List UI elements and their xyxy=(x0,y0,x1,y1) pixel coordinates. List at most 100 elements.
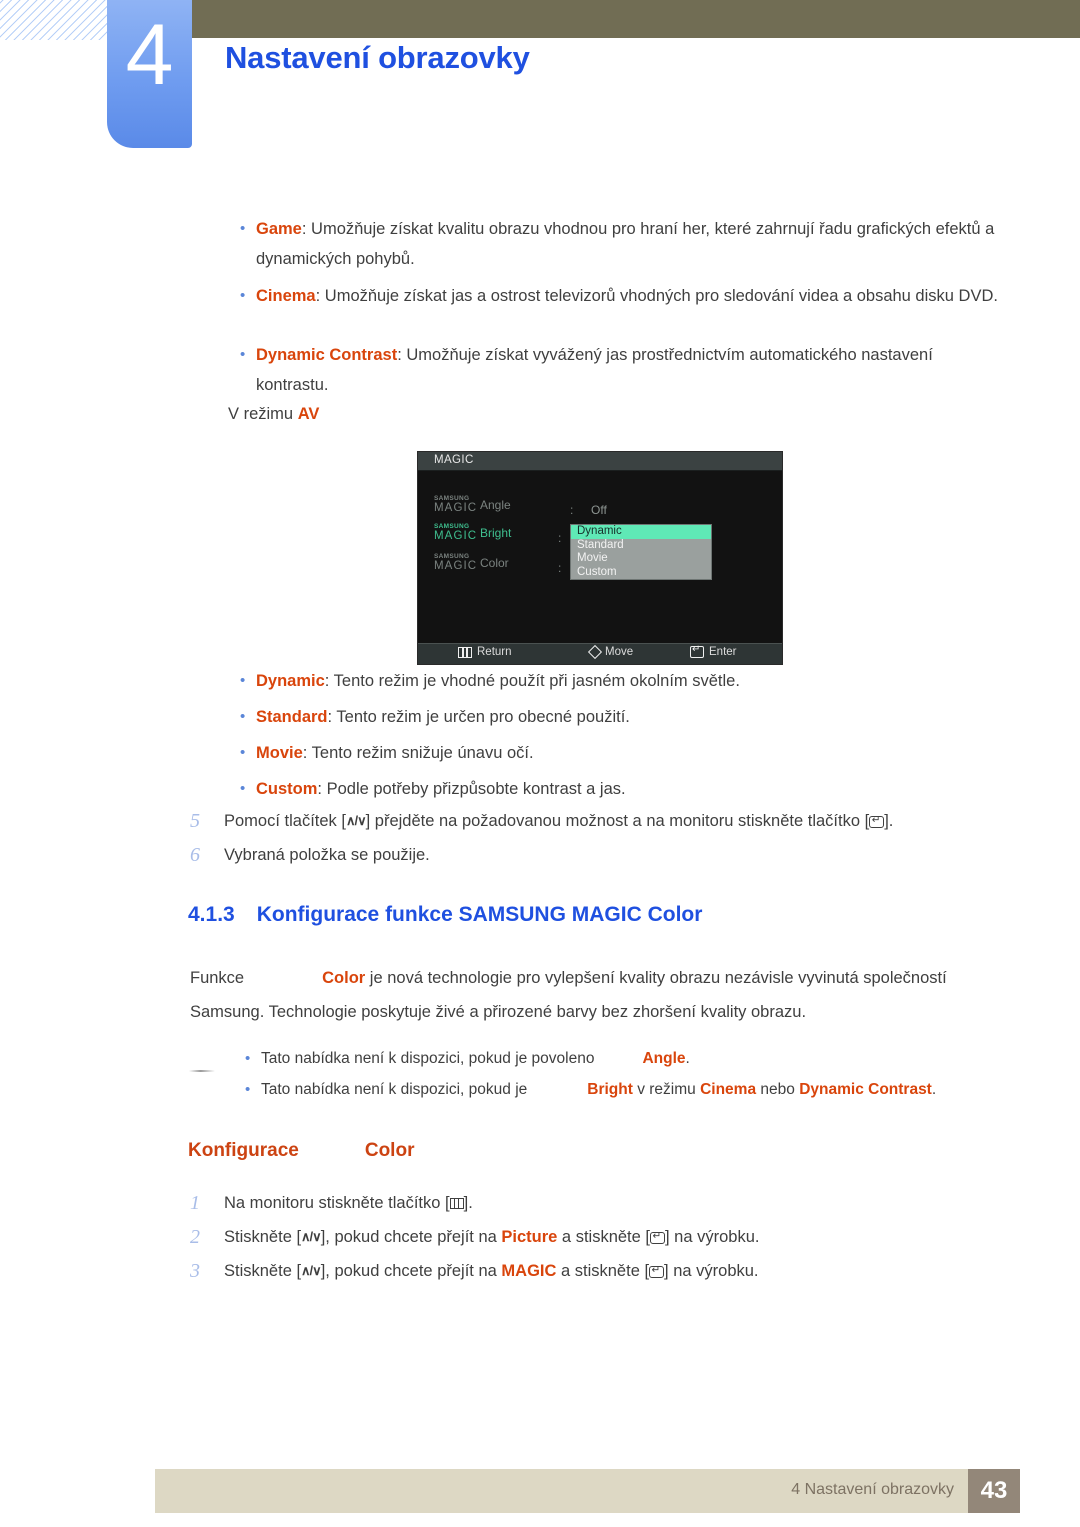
step-text-a: Stiskněte [ xyxy=(224,1262,302,1280)
keyword: Cinema xyxy=(256,287,316,305)
osd-row-colon: : xyxy=(558,531,562,545)
step-number: 5 xyxy=(190,810,200,832)
note-text: Tato nabídka není k dispozici, pokud je … xyxy=(261,1044,690,1074)
keyword: Game xyxy=(256,220,302,238)
osd-dropdown-option-custom[interactable]: Custom xyxy=(571,566,711,580)
osd-dropdown-option-dynamic[interactable]: Dynamic xyxy=(571,525,711,539)
list-item: • Game: Umožňuje získat kvalitu obrazu v… xyxy=(240,214,1000,274)
list-item: • Movie: Tento režim snižuje únavu očí. xyxy=(240,738,1000,768)
footer-page-box: 43 xyxy=(968,1469,1020,1513)
samsung-magic-bottom: MAGIC xyxy=(434,530,478,542)
osd-menu-screenshot: MAGIC SAMSUNG MAGIC Angle : Off SAMSUNG … xyxy=(418,452,782,664)
step-keyword: MAGIC xyxy=(501,1262,557,1280)
list-item-desc: : Umožňuje získat jas a ostrost televizo… xyxy=(315,287,998,305)
step-text-b: ], pokud chcete přejít na xyxy=(320,1228,502,1246)
step-text-c: a stiskněte [ xyxy=(557,1228,650,1246)
note-end: . xyxy=(931,1081,937,1098)
note-mid-1: v režimu xyxy=(632,1081,701,1098)
step-text-c: a stiskněte [ xyxy=(556,1262,650,1280)
osd-row-value: Off xyxy=(591,503,607,517)
osd-dropdown[interactable]: Dynamic Standard Movie Custom xyxy=(570,524,712,580)
menu-key-icon xyxy=(449,1198,464,1209)
osd-footer-move[interactable]: Move xyxy=(587,644,633,660)
numbered-step: 2 Stiskněte [∧/∨], pokud chcete přejít n… xyxy=(190,1222,1030,1253)
numbered-step: 6 Vybraná položka se použije. xyxy=(190,840,1030,870)
intro-paragraph-line1: Funkce Color je nová technologie pro vyle… xyxy=(190,961,1010,995)
step-text: Pomocí tlačítek [∧/∨] přejděte na požado… xyxy=(224,806,893,837)
step-text: Na monitoru stiskněte tlačítko []. xyxy=(224,1188,473,1218)
enter-icon xyxy=(690,644,704,658)
step-text-part3: ]. xyxy=(884,812,894,830)
samsung-magic-bottom: MAGIC xyxy=(434,560,478,572)
bullet-dot: • xyxy=(240,220,246,237)
step-text-part2: ] přejděte na požadovanou možnost a na m… xyxy=(365,812,870,830)
osd-row-angle[interactable]: SAMSUNG MAGIC Angle xyxy=(434,495,511,522)
enter-key-icon xyxy=(649,1264,665,1278)
numbered-step: 5 Pomocí tlačítek [∧/∨] přejděte na poža… xyxy=(190,806,1030,837)
samsung-magic-logo: SAMSUNG MAGIC xyxy=(434,523,480,542)
step-number: 6 xyxy=(190,844,200,866)
av-mode-line: V režimu AV xyxy=(228,399,319,429)
step-text-d: ] na výrobku. xyxy=(664,1228,760,1246)
bullet-dot: • xyxy=(240,287,246,304)
up-down-key-glyph: ∧/∨ xyxy=(301,1229,322,1244)
osd-row-color[interactable]: SAMSUNG MAGIC Color xyxy=(434,553,509,580)
chapter-title: Nastavení obrazovky xyxy=(225,40,530,75)
list-item-text: Game: Umožňuje získat kvalitu obrazu vho… xyxy=(256,214,1000,274)
bullet-dot: • xyxy=(240,780,246,797)
osd-footer-return[interactable]: Return xyxy=(458,646,512,658)
chapter-tab: 4 xyxy=(107,0,192,148)
page-header: 4 Nastavení obrazovky xyxy=(0,0,1080,150)
intro-paragraph-line2: Samsung. Technologie poskytuje živé a př… xyxy=(190,1003,807,1021)
list-item-desc: : Umožňuje získat kvalitu obrazu vhodnou… xyxy=(256,220,995,268)
list-item-desc: : Tento režim je určen pro obecné použit… xyxy=(327,708,630,726)
av-mode-keyword: AV xyxy=(297,405,320,423)
osd-row-label: Bright xyxy=(480,526,512,540)
step-text-part1: Na monitoru stiskněte tlačítko [ xyxy=(224,1194,450,1212)
list-item: • Cinema: Umožňuje získat jas a ostrost … xyxy=(240,281,1000,311)
osd-footer-enter-label: Enter xyxy=(709,646,737,658)
note-item: • Tato nabídka není k dispozici, pokud j… xyxy=(245,1044,1005,1074)
list-item-desc: : Tento režim snižuje únavu očí. xyxy=(302,744,534,762)
bullet-dot: • xyxy=(240,672,246,689)
decorative-hatch-pattern xyxy=(0,0,108,40)
osd-row-colon: : xyxy=(570,503,574,517)
step-number: 2 xyxy=(190,1226,200,1248)
numbered-step: 1 Na monitoru stiskněte tlačítko []. xyxy=(190,1188,1030,1218)
osd-dropdown-option-movie[interactable]: Movie xyxy=(571,552,711,566)
step-keyword: Picture xyxy=(501,1228,558,1246)
osd-footer-enter[interactable]: Enter xyxy=(690,644,737,658)
bullet-dot: • xyxy=(245,1081,251,1098)
note-keyword-3: Dynamic Contrast xyxy=(799,1081,932,1098)
note-keyword-1: Bright xyxy=(587,1081,633,1098)
list-item-text: Custom: Podle potřeby přizpůsobte kontra… xyxy=(256,774,626,804)
step-text-part2: ]. xyxy=(463,1194,473,1212)
av-mode-prefix: V režimu xyxy=(228,405,298,423)
section-heading: 4.1.3 Konfigurace funkce SAMSUNG MAGIC Co… xyxy=(188,903,702,927)
list-item-desc: : Tento režim je vhodné použít při jasné… xyxy=(324,672,740,690)
osd-row-bright[interactable]: SAMSUNG MAGIC Bright xyxy=(434,523,512,550)
enter-key-icon xyxy=(869,814,885,828)
list-item-text: Dynamic Contrast: Umožňuje získat vyváže… xyxy=(256,340,1000,400)
intro-prefix: Funkce xyxy=(190,969,245,987)
keyword: Dynamic Contrast xyxy=(256,346,398,364)
step-text-a: Stiskněte [ xyxy=(224,1228,302,1246)
list-item: • Dynamic: Tento režim je vhodné použít … xyxy=(240,666,1000,696)
bullet-dot: • xyxy=(240,346,246,363)
keyword: Movie xyxy=(256,744,303,762)
osd-footer-bar: Return Move Enter xyxy=(418,643,782,664)
list-item: • Custom: Podle potřeby přizpůsobte kont… xyxy=(240,774,1000,804)
osd-row-label: Angle xyxy=(480,498,511,512)
note-mid: . xyxy=(685,1050,690,1067)
section-title: Konfigurace funkce SAMSUNG MAGIC Color xyxy=(256,903,703,926)
osd-dropdown-option-standard[interactable]: Standard xyxy=(571,539,711,553)
step-text: Stiskněte [∧/∨], pokud chcete přejít na … xyxy=(224,1256,759,1287)
note-item: • Tato nabídka není k dispozici, pokud j… xyxy=(245,1075,1015,1105)
samsung-magic-bottom: MAGIC xyxy=(434,502,478,514)
samsung-magic-logo: SAMSUNG MAGIC xyxy=(434,495,480,514)
note-text-before: Tato nabídka není k dispozici, pokud je … xyxy=(261,1050,595,1067)
samsung-magic-top: SAMSUNG xyxy=(434,553,470,560)
osd-row-colon: : xyxy=(558,561,562,575)
samsung-magic-top: SAMSUNG xyxy=(434,523,470,530)
step-number: 1 xyxy=(190,1192,200,1214)
